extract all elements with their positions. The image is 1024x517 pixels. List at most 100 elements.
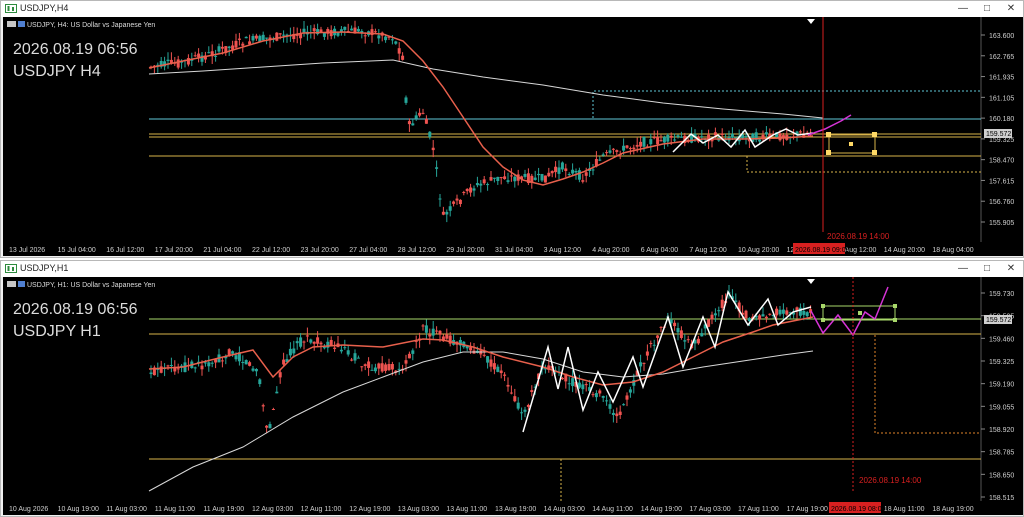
- candle-body: [265, 37, 269, 39]
- candle-body: [312, 341, 316, 344]
- one-click-trading-icon[interactable]: [18, 21, 25, 27]
- time-axis-label: 10 Aug 19:00: [58, 506, 99, 513]
- one-click-trading-icon[interactable]: [18, 281, 25, 287]
- candle-body: [781, 309, 785, 314]
- candle-body: [469, 347, 473, 351]
- candle-body: [261, 34, 265, 41]
- box-handle[interactable]: [872, 132, 877, 137]
- candle-body: [397, 48, 401, 54]
- box-handle[interactable]: [893, 318, 897, 322]
- candle-body: [448, 206, 452, 211]
- candle-body: [662, 136, 666, 143]
- candle-body: [567, 383, 571, 385]
- candle-body: [503, 176, 507, 180]
- candle-body: [309, 339, 313, 343]
- chart-canvas-h4[interactable]: USDJPY, H4: US Dollar vs Japanese Yen 20…: [3, 17, 1023, 242]
- box-handle[interactable]: [872, 150, 877, 155]
- time-axis-label: 17 Aug 19:00: [787, 506, 828, 513]
- minimize-button[interactable]: —: [951, 261, 975, 277]
- candle-body: [577, 382, 581, 388]
- candle-body: [350, 28, 354, 31]
- time-axis-label: 18 Aug 11:00: [884, 506, 925, 513]
- box-handle[interactable]: [821, 304, 825, 308]
- box-handle[interactable]: [821, 318, 825, 322]
- candlestick-series: [149, 285, 813, 434]
- time-axis-label: 16 Jul 12:00: [106, 247, 144, 254]
- candle-body: [343, 347, 347, 349]
- candle-body: [526, 404, 530, 407]
- box-handle[interactable]: [826, 132, 831, 137]
- box-handle[interactable]: [893, 304, 897, 308]
- candle-body: [642, 136, 646, 147]
- maximize-button[interactable]: □: [975, 261, 999, 277]
- candle-body: [258, 379, 262, 385]
- candle-body: [295, 341, 299, 344]
- candle-body: [635, 144, 639, 147]
- close-button[interactable]: ✕: [999, 261, 1023, 277]
- candle-body: [713, 132, 717, 136]
- candle-body: [241, 362, 245, 364]
- price-axis-label: 156.760: [989, 199, 1014, 206]
- candle-body: [492, 363, 496, 370]
- candle-body: [390, 364, 394, 370]
- box-center-handle[interactable]: [849, 142, 853, 146]
- candle-body: [696, 338, 700, 344]
- candle-body: [717, 310, 721, 312]
- candle-body: [431, 328, 435, 336]
- candle-body: [435, 330, 439, 332]
- target-box-lower[interactable]: [874, 335, 981, 434]
- time-axis-label: 13 Jul 2026: [9, 247, 45, 254]
- candle-body: [764, 132, 768, 135]
- candle-body: [339, 349, 343, 352]
- candle-body: [611, 148, 615, 150]
- candle-body: [673, 322, 677, 327]
- candle-body: [523, 174, 527, 177]
- maximize-button[interactable]: □: [975, 1, 999, 17]
- minimize-button[interactable]: —: [951, 1, 975, 17]
- candle-body: [486, 356, 490, 363]
- candle-body: [584, 172, 588, 176]
- window-titlebar[interactable]: USDJPY,H4 — □ ✕: [1, 1, 1023, 17]
- time-axis-h4[interactable]: 18 Aug 04:0014 Aug 20:0013 Aug 12:0012 A…: [3, 242, 1023, 256]
- candle-body: [642, 362, 646, 364]
- candle-body: [251, 36, 255, 41]
- candle-body: [305, 335, 309, 337]
- candle-body: [421, 112, 425, 114]
- candle-body: [265, 425, 269, 428]
- candle-body: [193, 55, 197, 57]
- candle-body: [288, 348, 292, 356]
- candle-body: [639, 362, 643, 367]
- candle-body: [363, 364, 367, 366]
- candle-body: [384, 36, 388, 41]
- candle-body: [377, 35, 381, 39]
- candle-body: [346, 350, 350, 355]
- candle-body: [656, 335, 660, 338]
- candle-body: [414, 115, 418, 119]
- time-axis-label: 14 Aug 11:00: [592, 506, 633, 513]
- close-button[interactable]: ✕: [999, 1, 1023, 17]
- candle-body: [203, 362, 207, 364]
- time-axis-label: 7 Aug 12:00: [689, 247, 726, 254]
- box-handle[interactable]: [826, 150, 831, 155]
- window-titlebar[interactable]: USDJPY,H1 — □ ✕: [1, 261, 1023, 277]
- candle-body: [380, 363, 384, 372]
- candle-body: [193, 367, 197, 369]
- candle-body: [499, 177, 503, 179]
- chart-canvas-h1[interactable]: USDJPY, H1: US Dollar vs Japanese Yen 20…: [3, 277, 1023, 501]
- candle-body: [503, 374, 507, 376]
- candle-body: [659, 140, 663, 142]
- target-box-lower[interactable]: [746, 156, 981, 173]
- time-axis-label: 15 Jul 04:00: [58, 247, 96, 254]
- candle-body: [666, 134, 670, 142]
- time-axis-label: 27 Jul 04:00: [349, 247, 387, 254]
- candle-body: [778, 133, 782, 141]
- box-center-handle[interactable]: [858, 311, 862, 315]
- time-axis-h1[interactable]: 18 Aug 19:0018 Aug 11:0018 Aug 03:0017 A…: [3, 501, 1023, 515]
- candle-body: [700, 333, 704, 337]
- candle-body: [465, 188, 469, 192]
- candle-body: [343, 26, 347, 30]
- candle-body: [652, 344, 656, 346]
- candle-body: [248, 41, 252, 45]
- candle-body: [441, 211, 445, 215]
- price-axis-label: 161.935: [989, 75, 1014, 82]
